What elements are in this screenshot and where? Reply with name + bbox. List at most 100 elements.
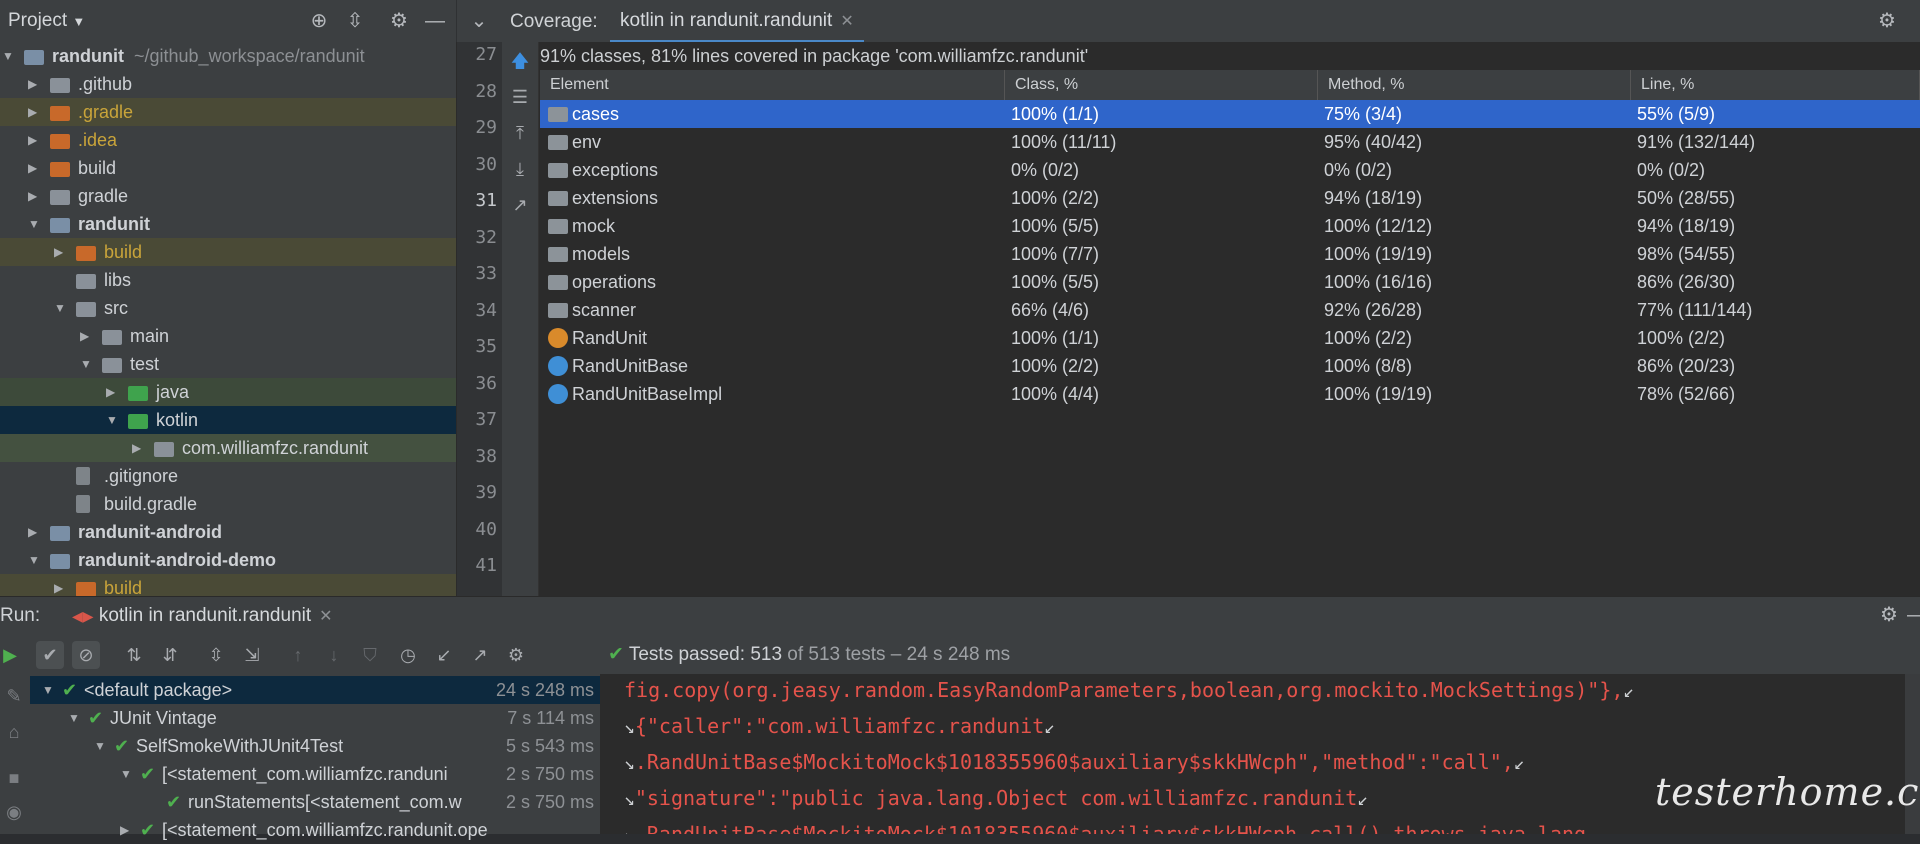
chevron-down-icon[interactable]: ▼ (80, 350, 92, 378)
project-view-selector[interactable]: Project ▼ (8, 10, 85, 32)
table-row[interactable]: operations 100% (5/5) 100% (16/16) 86% (26/… (540, 268, 1920, 296)
import-icon[interactable]: ↙ (430, 641, 458, 669)
show-passed-icon[interactable]: ✔ (36, 641, 64, 669)
test-node[interactable]: ▼ ✔ <default package> 24 s 248 ms (30, 676, 600, 704)
shield-icon[interactable]: ⛉ (356, 641, 384, 669)
collapse-all-icon[interactable]: ⇳ (342, 8, 368, 34)
table-row[interactable]: RandUnitBaseImpl 100% (4/4) 100% (19/19) 78… (540, 380, 1920, 408)
expand-all-icon[interactable]: ⇳ (202, 641, 230, 669)
chevron-right-icon[interactable]: ▶ (106, 378, 115, 406)
chevron-down-icon[interactable]: ▼ (28, 546, 40, 574)
close-icon[interactable]: ✕ (840, 13, 853, 30)
tree-item[interactable]: libs (0, 266, 456, 294)
column-header[interactable]: Line, % (1631, 70, 1920, 100)
chevron-right-icon[interactable]: ▶ (28, 70, 37, 98)
tree-item[interactable]: ▶ main (0, 322, 456, 350)
tree-item[interactable]: ▼ randunit-android-demo (0, 546, 456, 574)
sort-alpha-icon[interactable]: ⇅ (120, 641, 148, 669)
test-node[interactable]: ▶ ✔ [<statement_com.williamfzc.randunit.op… (30, 816, 600, 844)
chevron-right-icon[interactable]: ▶ (28, 154, 37, 182)
minimize-icon[interactable]: — (1904, 602, 1920, 628)
table-row[interactable]: models 100% (7/7) 100% (19/19) 98% (54/55) (540, 240, 1920, 268)
chevron-down-icon[interactable]: ▼ (94, 732, 106, 760)
prev-failed-icon[interactable]: ↑ (284, 641, 312, 669)
chevron-down-icon[interactable]: ▼ (120, 760, 132, 788)
navigate-source-icon[interactable]: ⤒ (507, 120, 533, 146)
tree-item[interactable]: ▶ com.williamfzc.randunit (0, 434, 456, 462)
stop-icon[interactable]: ■ (0, 764, 28, 792)
gear-icon[interactable]: ⚙ (386, 8, 412, 34)
column-header[interactable]: Element (540, 70, 1005, 100)
chevron-down-icon[interactable]: ▼ (42, 676, 54, 704)
minimize-icon[interactable]: — (422, 8, 448, 34)
chevron-right-icon[interactable]: ▶ (132, 434, 141, 462)
tree-item[interactable]: ▶ .idea (0, 126, 456, 154)
pin-icon[interactable]: ✎ (0, 682, 28, 710)
export-icon[interactable]: ↗ (466, 641, 494, 669)
go-up-icon[interactable]: 🡅 (507, 48, 533, 74)
chevron-right-icon[interactable]: ▶ (28, 182, 37, 210)
tab-coverage-suite[interactable]: kotlin in randunit.randunit ✕ (610, 0, 864, 43)
close-icon[interactable]: ✕ (319, 608, 332, 625)
collapse-all-icon[interactable]: ⇲ (238, 641, 266, 669)
rerun-icon[interactable]: ▶ (0, 641, 24, 669)
autoscroll-icon[interactable]: ⤓ (507, 156, 533, 182)
chevron-down-icon[interactable]: ▼ (28, 210, 40, 238)
cell-cls: 100% (4/4) (1011, 384, 1100, 404)
tree-item-label: .github (78, 74, 133, 94)
gear-icon[interactable]: ⚙ (1876, 602, 1902, 628)
tree-item[interactable]: ▼ randunit (0, 210, 456, 238)
history-icon[interactable]: ◷ (394, 641, 422, 669)
tree-item[interactable]: ▶ build (0, 238, 456, 266)
tree-item[interactable]: ▶ .gradle (0, 98, 456, 126)
export-icon[interactable]: ↗ (507, 192, 533, 218)
gear-icon[interactable]: ⚙ (1874, 8, 1900, 34)
chevron-down-icon[interactable]: ▼ (68, 704, 80, 732)
tree-item[interactable]: ▶ java (0, 378, 456, 406)
table-row[interactable]: cases 100% (1/1) 75% (3/4) 55% (5/9) (540, 100, 1920, 128)
tree-item[interactable]: ▶ gradle (0, 182, 456, 210)
tree-item[interactable]: ▶ randunit-android (0, 518, 456, 546)
tree-item[interactable]: ▼ src (0, 294, 456, 322)
tree-item[interactable]: ▼ randunit ~/github_workspace/randunit (0, 42, 456, 70)
test-node[interactable]: ▼ ✔ JUnit Vintage 7 s 114 ms (30, 704, 600, 732)
sort-duration-icon[interactable]: ⇵ (156, 641, 184, 669)
chevron-right-icon[interactable]: ▶ (28, 518, 37, 546)
table-row[interactable]: RandUnitBase 100% (2/2) 100% (8/8) 86% (20/… (540, 352, 1920, 380)
table-row[interactable]: scanner 66% (4/6) 92% (26/28) 77% (111/144) (540, 296, 1920, 324)
table-row[interactable]: env 100% (11/11) 95% (40/42) 91% (132/144) (540, 128, 1920, 156)
tree-item[interactable]: build.gradle (0, 490, 456, 518)
column-header[interactable]: Method, % (1318, 70, 1631, 100)
chevron-right-icon[interactable]: ▶ (28, 98, 37, 126)
gear-icon[interactable]: ⚙ (502, 641, 530, 669)
test-node[interactable]: ✔ runStatements[<statement_com.w 2 s 750 m… (30, 788, 600, 816)
chevron-right-icon[interactable]: ▶ (80, 322, 89, 350)
chevron-down-icon[interactable]: ▼ (106, 406, 118, 434)
chevron-right-icon[interactable]: ▶ (120, 816, 129, 844)
test-node[interactable]: ▼ ✔ SelfSmokeWithJUnit4Test 5 s 543 ms (30, 732, 600, 760)
chevron-down-icon[interactable]: ▼ (54, 294, 66, 322)
locate-icon[interactable]: ⊕ (306, 8, 332, 34)
next-failed-icon[interactable]: ↓ (320, 641, 348, 669)
table-row[interactable]: exceptions 0% (0/2) 0% (0/2) 0% (0/2) (540, 156, 1920, 184)
flatten-packages-icon[interactable]: ☰ (507, 84, 533, 110)
table-row[interactable]: extensions 100% (2/2) 94% (18/19) 50% (28/5… (540, 184, 1920, 212)
tab-run-config[interactable]: ◀▶ kotlin in randunit.randunit ✕ (66, 597, 339, 633)
chevron-right-icon[interactable]: ▶ (28, 126, 37, 154)
show-ignored-icon[interactable]: ⊘ (72, 641, 100, 669)
chevron-down-icon[interactable]: ▼ (2, 42, 14, 70)
tree-item[interactable]: ▼ test (0, 350, 456, 378)
tree-item[interactable]: ▶ .github (0, 70, 456, 98)
chevron-down-icon[interactable]: ⌄ (466, 8, 492, 34)
test-node[interactable]: ▼ ✔ [<statement_com.williamfzc.randuni 2 s … (30, 760, 600, 788)
tree-item[interactable]: .gitignore (0, 462, 456, 490)
column-header[interactable]: Class, % (1005, 70, 1318, 100)
tree-item[interactable]: ▶ build (0, 154, 456, 182)
layout-icon[interactable]: ⌂ (0, 718, 28, 746)
tree-item[interactable]: ▼ kotlin (0, 406, 456, 434)
table-row[interactable]: RandUnit 100% (1/1) 100% (2/2) 100% (2/2) (540, 324, 1920, 352)
chevron-right-icon[interactable]: ▶ (54, 238, 63, 266)
line-number: 32 (475, 226, 497, 248)
table-row[interactable]: mock 100% (5/5) 100% (12/12) 94% (18/19) (540, 212, 1920, 240)
camera-icon[interactable]: ◉ (0, 798, 28, 826)
